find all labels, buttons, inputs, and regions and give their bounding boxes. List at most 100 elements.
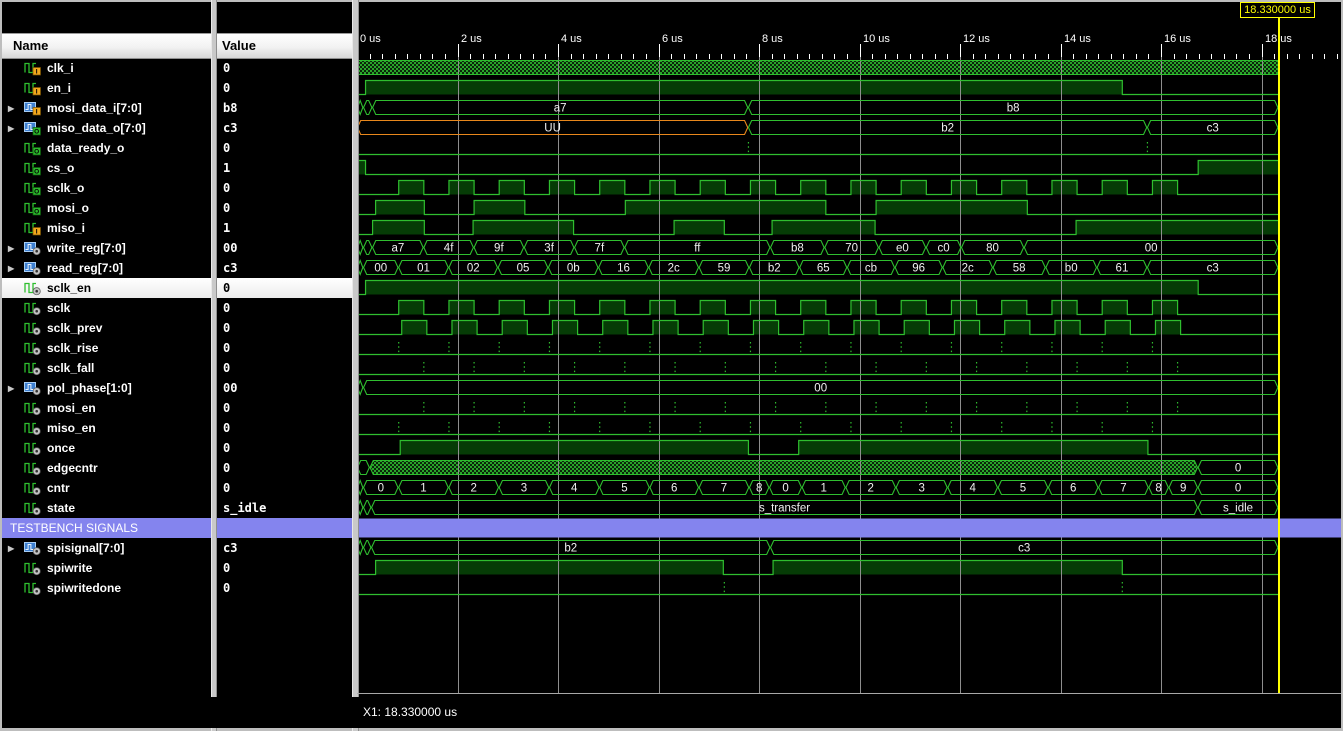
time-ruler[interactable]: 0 us2 us4 us6 us8 us10 us12 us14 us16 us… (357, 33, 1341, 59)
signal-value[interactable]: 0 (215, 578, 352, 598)
signal-value[interactable]: b8 (215, 98, 352, 118)
name-value-splitter[interactable] (211, 0, 217, 731)
signal-row[interactable]: ▶Imosi_data_i[7:0] (2, 98, 211, 118)
time-cursor[interactable] (1278, 16, 1280, 693)
ruler-tick-label: 12 us (963, 33, 990, 45)
signal-value[interactable]: 0 (215, 138, 352, 158)
signal-row[interactable]: sclk_prev (2, 318, 211, 338)
svg-text:61: 61 (1116, 263, 1129, 275)
svg-text:4: 4 (571, 483, 578, 495)
ruler-tick-label: 6 us (662, 33, 683, 45)
signal-value[interactable]: c3 (215, 258, 352, 278)
expand-arrow-icon[interactable]: ▶ (2, 544, 24, 553)
scalar-signal-icon (24, 301, 42, 316)
signal-group-divider[interactable]: TESTBENCH SIGNALS (2, 518, 211, 538)
signal-value[interactable] (215, 518, 352, 538)
svg-text:cb: cb (865, 263, 877, 275)
signal-value[interactable]: 0 (215, 318, 352, 338)
signal-row[interactable]: once (2, 438, 211, 458)
svg-text:O: O (34, 128, 39, 135)
signal-row[interactable]: sclk (2, 298, 211, 318)
expand-arrow-icon[interactable]: ▶ (2, 264, 24, 273)
value-column-header: Value (215, 33, 352, 59)
value-wave-splitter[interactable] (352, 0, 359, 731)
signal-row[interactable]: ▶read_reg[7:0] (2, 258, 211, 278)
signal-value[interactable]: c3 (215, 538, 352, 558)
signal-value[interactable]: 0 (215, 58, 352, 78)
signal-value[interactable]: c3 (215, 118, 352, 138)
signal-name: sclk_prev (47, 321, 102, 335)
svg-text:6: 6 (1070, 483, 1076, 495)
signal-row[interactable]: edgecntr (2, 458, 211, 478)
signal-row[interactable]: ▶spisignal[7:0] (2, 538, 211, 558)
signal-row[interactable]: state (2, 498, 211, 518)
signal-value-list[interactable]: 00b8c30100100c3000000000000s_idlec300 (215, 58, 352, 598)
svg-text:a7: a7 (391, 243, 404, 255)
signal-name: mosi_en (47, 401, 96, 415)
signal-value[interactable]: 00 (215, 378, 352, 398)
signal-row[interactable]: Omosi_o (2, 198, 211, 218)
name-panel: Name Iclk_iIen_i▶Imosi_data_i[7:0]▶Omiso… (2, 2, 211, 697)
signal-row[interactable]: Ien_i (2, 78, 211, 98)
svg-text:s_transfer: s_transfer (759, 503, 810, 515)
signal-value[interactable]: s_idle (215, 498, 352, 518)
expand-arrow-icon[interactable]: ▶ (2, 124, 24, 133)
signal-value[interactable]: 1 (215, 158, 352, 178)
signal-value[interactable]: 0 (215, 398, 352, 418)
signal-value[interactable]: 1 (215, 218, 352, 238)
svg-text:7: 7 (721, 483, 727, 495)
signal-row[interactable]: cntr (2, 478, 211, 498)
signal-value[interactable]: 0 (215, 358, 352, 378)
expand-arrow-icon[interactable]: ▶ (2, 244, 24, 253)
signal-row[interactable]: Imiso_i (2, 218, 211, 238)
signal-value[interactable]: 0 (215, 338, 352, 358)
bus-signal-icon (24, 541, 42, 556)
signal-name-list[interactable]: Iclk_iIen_i▶Imosi_data_i[7:0]▶Omiso_data… (2, 58, 211, 598)
svg-text:2c: 2c (668, 263, 680, 275)
signal-value[interactable]: 0 (215, 558, 352, 578)
svg-text:80: 80 (986, 243, 999, 255)
signal-row[interactable]: sclk_fall (2, 358, 211, 378)
svg-text:59: 59 (718, 263, 731, 275)
signal-row[interactable]: miso_en (2, 418, 211, 438)
signal-value[interactable]: 0 (215, 298, 352, 318)
signal-row[interactable]: Osclk_o (2, 178, 211, 198)
signal-row[interactable]: sclk_en (2, 278, 211, 298)
signal-value[interactable]: 0 (215, 198, 352, 218)
signal-row[interactable]: ▶ pol_phase[1:0] (2, 378, 211, 398)
svg-text:6: 6 (671, 483, 677, 495)
svg-text:9f: 9f (494, 243, 504, 255)
signal-value[interactable]: 0 (215, 78, 352, 98)
signal-value[interactable]: 00 (215, 238, 352, 258)
svg-text:b8: b8 (1007, 103, 1020, 115)
signal-name: pol_phase[1:0] (47, 381, 132, 395)
svg-text:05: 05 (517, 263, 530, 275)
svg-text:3: 3 (919, 483, 925, 495)
svg-text:4f: 4f (444, 243, 454, 255)
signal-row[interactable]: Iclk_i (2, 58, 211, 78)
signal-value[interactable]: 0 (215, 458, 352, 478)
status-bar: X1: 18.330000 us (2, 697, 1341, 728)
svg-text:96: 96 (912, 263, 925, 275)
expand-arrow-icon[interactable]: ▶ (2, 384, 24, 393)
signal-row[interactable]: spiwrite (2, 558, 211, 578)
signal-row[interactable]: ▶write_reg[7:0] (2, 238, 211, 258)
scalar-signal-icon: O (24, 201, 42, 216)
waveform-canvas[interactable]: a7b8UUb2c3a74f9f3f7fffb870e0c08000000102… (357, 57, 1341, 695)
signal-name: sclk_en (47, 281, 91, 295)
signal-value[interactable]: 0 (215, 278, 352, 298)
signal-row[interactable]: spiwritedone (2, 578, 211, 598)
signal-value[interactable]: 0 (215, 478, 352, 498)
wave-panel[interactable]: 0 us2 us4 us6 us8 us10 us12 us14 us16 us… (357, 2, 1341, 697)
signal-row[interactable]: Odata_ready_o (2, 138, 211, 158)
signal-row[interactable]: sclk_rise (2, 338, 211, 358)
scalar-signal-icon (24, 461, 42, 476)
signal-value[interactable]: 0 (215, 418, 352, 438)
signal-value[interactable]: 0 (215, 178, 352, 198)
signal-row[interactable]: mosi_en (2, 398, 211, 418)
signal-row[interactable]: ▶Omiso_data_o[7:0] (2, 118, 211, 138)
signal-value[interactable]: 0 (215, 438, 352, 458)
signal-row[interactable]: Ocs_o (2, 158, 211, 178)
scalar-signal-icon (24, 281, 42, 296)
expand-arrow-icon[interactable]: ▶ (2, 104, 24, 113)
